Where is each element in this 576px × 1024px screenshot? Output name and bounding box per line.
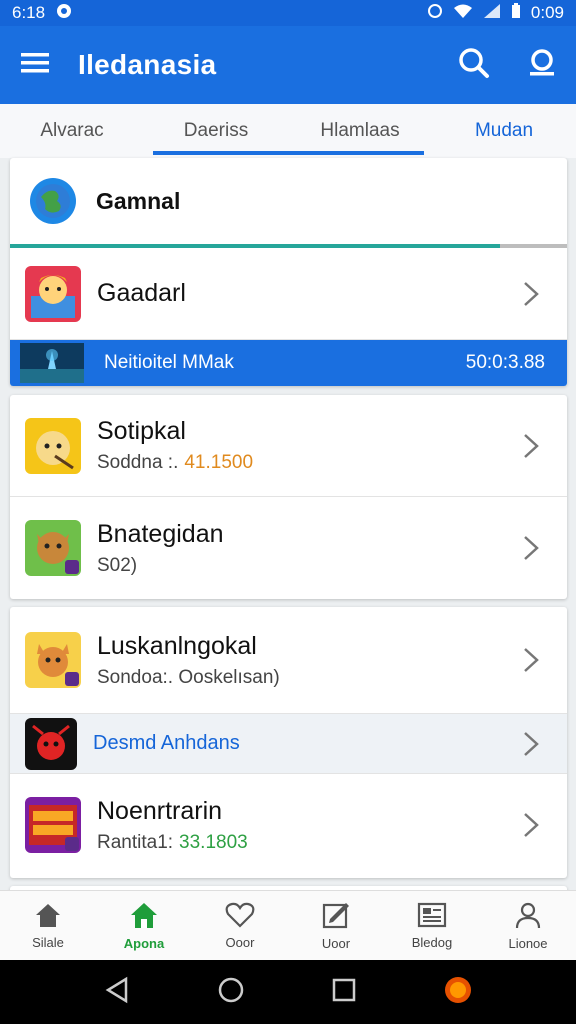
home-circle-icon[interactable] [217,976,245,1009]
tab-hlamlaas[interactable]: Hlamlaas [288,104,432,158]
app-thumbnail [25,417,81,474]
app-thumbnail [25,632,81,688]
profile-icon [514,901,542,932]
banner-title: Neitioitel MMak [104,352,234,373]
chevron-right-icon [511,646,551,674]
tab-alvarac[interactable]: Alvarac [0,104,144,158]
chevron-right-icon [511,730,551,758]
list-item[interactable]: Bnategidan S02) [10,497,567,599]
nav-item-ooor[interactable]: Ooor [192,891,288,960]
nav-item-silale[interactable]: Silale [0,891,96,960]
item-sub-label: Rantita1: [97,831,174,853]
nav-label: Bledog [411,934,453,950]
item-title: Luskanlngokal [97,631,257,660]
featured-header: Gamnal [10,158,567,244]
tab-bar: Alvarac Daeriss Hlamlaas Mudan [0,104,576,158]
battery-icon [511,2,521,24]
account-button[interactable] [508,26,576,104]
app-thumbnail [25,797,81,853]
item-sub-label: S02) [97,554,138,576]
item-subtitle: Soddna :. 41.1500 [97,452,511,474]
app-thumbnail [25,520,81,576]
item-sub-value: 41.1500 [184,452,254,473]
news-icon [417,902,447,931]
item-title: Noenrtrarin [97,796,223,825]
banner-time: 50:0:3.88 [465,352,545,373]
account-icon [527,48,557,83]
link-text: Desmd Anhdans [93,732,240,754]
signal-icon [483,3,501,24]
app-thumbnail [25,265,81,322]
app-thumbnail [25,717,77,770]
list-item[interactable]: Noenrtrarin Rantita1: 33.1803 [10,774,567,876]
list-card-1: Sotipkal Soddna :. 41.1500 Bnategidan S02… [10,395,567,599]
chevron-right-icon [511,280,551,308]
featured-card: Gamnal Gaadarl Neitioitel MMak 50:0:3.88 [10,158,567,386]
menu-button[interactable] [0,26,70,104]
chevron-right-icon [511,811,551,839]
status-time-right: 0:09 [530,3,564,22]
wifi-icon [453,3,473,24]
globe-icon [30,178,76,224]
nav-label: Uoor [321,935,351,951]
recents-icon[interactable] [332,978,356,1007]
nav-item-lionoe[interactable]: Lionoe [480,891,576,960]
banner-thumbnail [20,343,84,383]
item-sub-label: Sondoa:. Ooskelısan) [97,666,280,688]
item-sub-value: 33.1803 [179,831,248,853]
home-icon [34,902,62,931]
nav-item-uoor[interactable]: Uoor [288,891,384,960]
item-subtitle: Rantita1: 33.1803 [97,832,511,854]
item-title: Sotipkal [97,417,186,445]
status-bar: 6:18 0:09 [0,0,576,26]
alarm-icon [427,3,443,24]
assistant-icon[interactable] [443,975,473,1010]
system-navigation-bar [0,960,576,1024]
bottom-navigation: Silale Apona Ooor Uoor Bledog Lionoe [0,890,576,960]
hamburger-menu-icon [21,52,49,79]
tab-mudan[interactable]: Mudan [432,104,576,158]
tab-indicator [153,151,424,155]
list-item[interactable]: Luskanlngokal Sondoa:. Ooskelısan) [10,607,567,714]
chevron-right-icon [511,432,551,460]
back-icon[interactable] [104,976,130,1009]
home-icon [129,901,159,932]
list-item[interactable]: Sotipkal Soddna :. 41.1500 [10,395,567,497]
chevron-right-icon [511,534,551,562]
now-playing-banner[interactable]: Neitioitel MMak 50:0:3.88 [10,340,567,386]
featured-title: Gamnal [96,187,181,214]
item-subtitle: Sondoa:. Ooskelısan) [97,667,511,689]
nav-label: Ooor [225,934,255,950]
nav-label: Silale [32,934,64,950]
item-sub-label: Soddna :. [97,452,179,473]
nav-label: Apona [123,935,165,951]
item-subtitle: S02) [97,555,511,577]
search-icon [458,47,490,84]
item-title: Gaadarl [97,279,186,307]
tab-daeriss[interactable]: Daeriss [144,104,288,158]
list-item[interactable]: Gaadarl [10,248,567,340]
edit-icon [322,901,350,932]
notification-icon [55,2,73,25]
item-title: Bnategidan [97,519,224,548]
list-card-2: Luskanlngokal Sondoa:. Ooskelısan) Desmd… [10,607,567,878]
app-title: Iledanasia [78,49,217,80]
search-button[interactable] [440,26,508,104]
app-bar: Iledanasia [0,26,576,104]
status-time-left: 6:18 [12,3,46,22]
nav-label: Lionoe [508,935,548,951]
link-row[interactable]: Desmd Anhdans [10,714,567,774]
heart-icon [225,902,255,931]
nav-item-bledog[interactable]: Bledog [384,891,480,960]
nav-item-apona[interactable]: Apona [96,891,192,960]
